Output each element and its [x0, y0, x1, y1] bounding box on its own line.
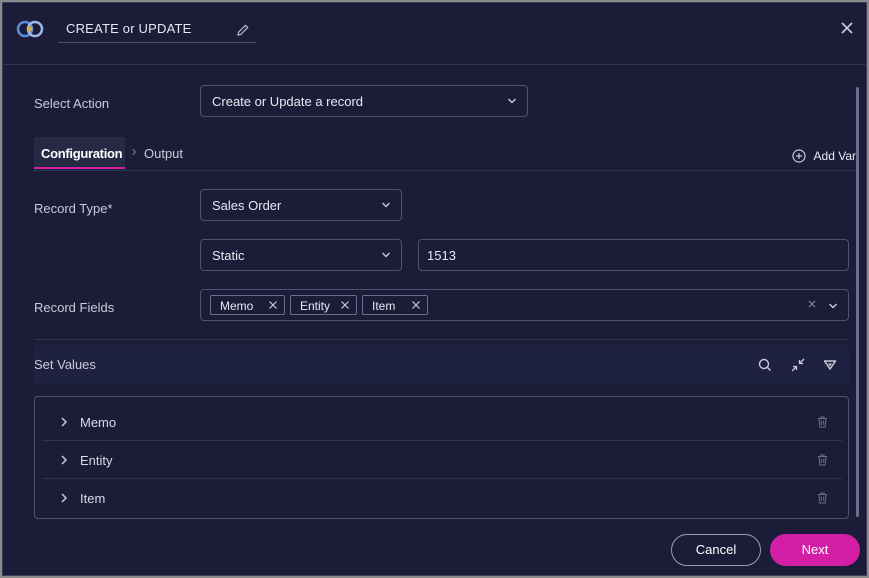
list-item-label: Item [80, 491, 106, 506]
tab-configuration[interactable]: Configuration [34, 137, 125, 169]
list-item[interactable]: Memo [42, 403, 842, 441]
set-values-title: Set Values [34, 357, 96, 372]
chevron-down-icon [382, 252, 390, 258]
tab-configuration-label: Configuration [41, 146, 123, 161]
chevron-right-icon [132, 148, 137, 156]
list-item-label: Memo [80, 415, 117, 430]
tab-output[interactable]: Output [144, 146, 183, 161]
collapse-icon[interactable] [790, 357, 806, 373]
search-icon[interactable] [757, 357, 773, 373]
chevron-right-icon [61, 455, 68, 465]
section-divider [34, 339, 849, 340]
set-values-toolbar: Set Values [34, 345, 849, 385]
chip-memo[interactable]: Memo [210, 295, 285, 315]
tabs-bar: Configuration Output Add Var [34, 137, 856, 171]
select-action-label: Select Action [34, 96, 110, 111]
record-id-value: 1513 [427, 248, 456, 263]
scrollbar[interactable] [856, 87, 859, 517]
title-field[interactable]: CREATE or UPDATE [58, 17, 256, 43]
chip-entity[interactable]: Entity [290, 295, 357, 315]
close-icon[interactable] [411, 300, 421, 310]
record-fields-label: Record Fields [34, 300, 115, 315]
trash-icon[interactable] [817, 492, 828, 504]
chevron-down-icon [508, 98, 516, 104]
record-type-value: Sales Order [212, 198, 282, 213]
trash-icon[interactable] [817, 416, 828, 428]
select-action-dropdown[interactable]: Create or Update a record [200, 85, 528, 117]
app-logo [16, 20, 44, 38]
next-button[interactable]: Next [770, 534, 860, 566]
set-values-list: Memo Entity Item [34, 396, 849, 519]
record-id-input[interactable]: 1513 [418, 239, 849, 271]
chevron-right-icon [61, 417, 68, 427]
pencil-icon[interactable] [236, 23, 250, 37]
create-update-modal: CREATE or UPDATE Select Action Create or… [2, 2, 867, 576]
close-icon[interactable] [340, 300, 350, 310]
chevron-down-icon[interactable] [828, 302, 838, 310]
cancel-button[interactable]: Cancel [671, 534, 761, 566]
record-type-label: Record Type* [34, 201, 113, 216]
trash-icon[interactable] [817, 454, 828, 466]
clear-icon[interactable] [808, 300, 816, 308]
chevron-down-icon [382, 202, 390, 208]
record-fields-multiselect[interactable]: Memo Entity Item [200, 289, 849, 321]
add-var-label: Add Var [813, 149, 856, 163]
list-item[interactable]: Item [42, 479, 842, 517]
id-source-dropdown[interactable]: Static [200, 239, 402, 271]
id-source-value: Static [212, 248, 245, 263]
close-icon[interactable] [838, 19, 856, 37]
modal-header: CREATE or UPDATE [3, 3, 866, 65]
list-item-label: Entity [80, 453, 113, 468]
chip-label: Item [372, 299, 396, 313]
chip-label: Entity [300, 299, 331, 313]
close-icon[interactable] [268, 300, 278, 310]
list-item[interactable]: Entity [42, 441, 842, 479]
plus-circle-icon [791, 149, 806, 163]
modal-title: CREATE or UPDATE [66, 21, 192, 36]
chip-item[interactable]: Item [362, 295, 428, 315]
chevron-right-icon [61, 493, 68, 503]
add-var-button[interactable]: Add Var [791, 149, 856, 165]
filter-icon[interactable] [822, 357, 838, 373]
record-type-dropdown[interactable]: Sales Order [200, 189, 402, 221]
chip-label: Memo [220, 299, 254, 313]
select-action-value: Create or Update a record [212, 94, 364, 109]
